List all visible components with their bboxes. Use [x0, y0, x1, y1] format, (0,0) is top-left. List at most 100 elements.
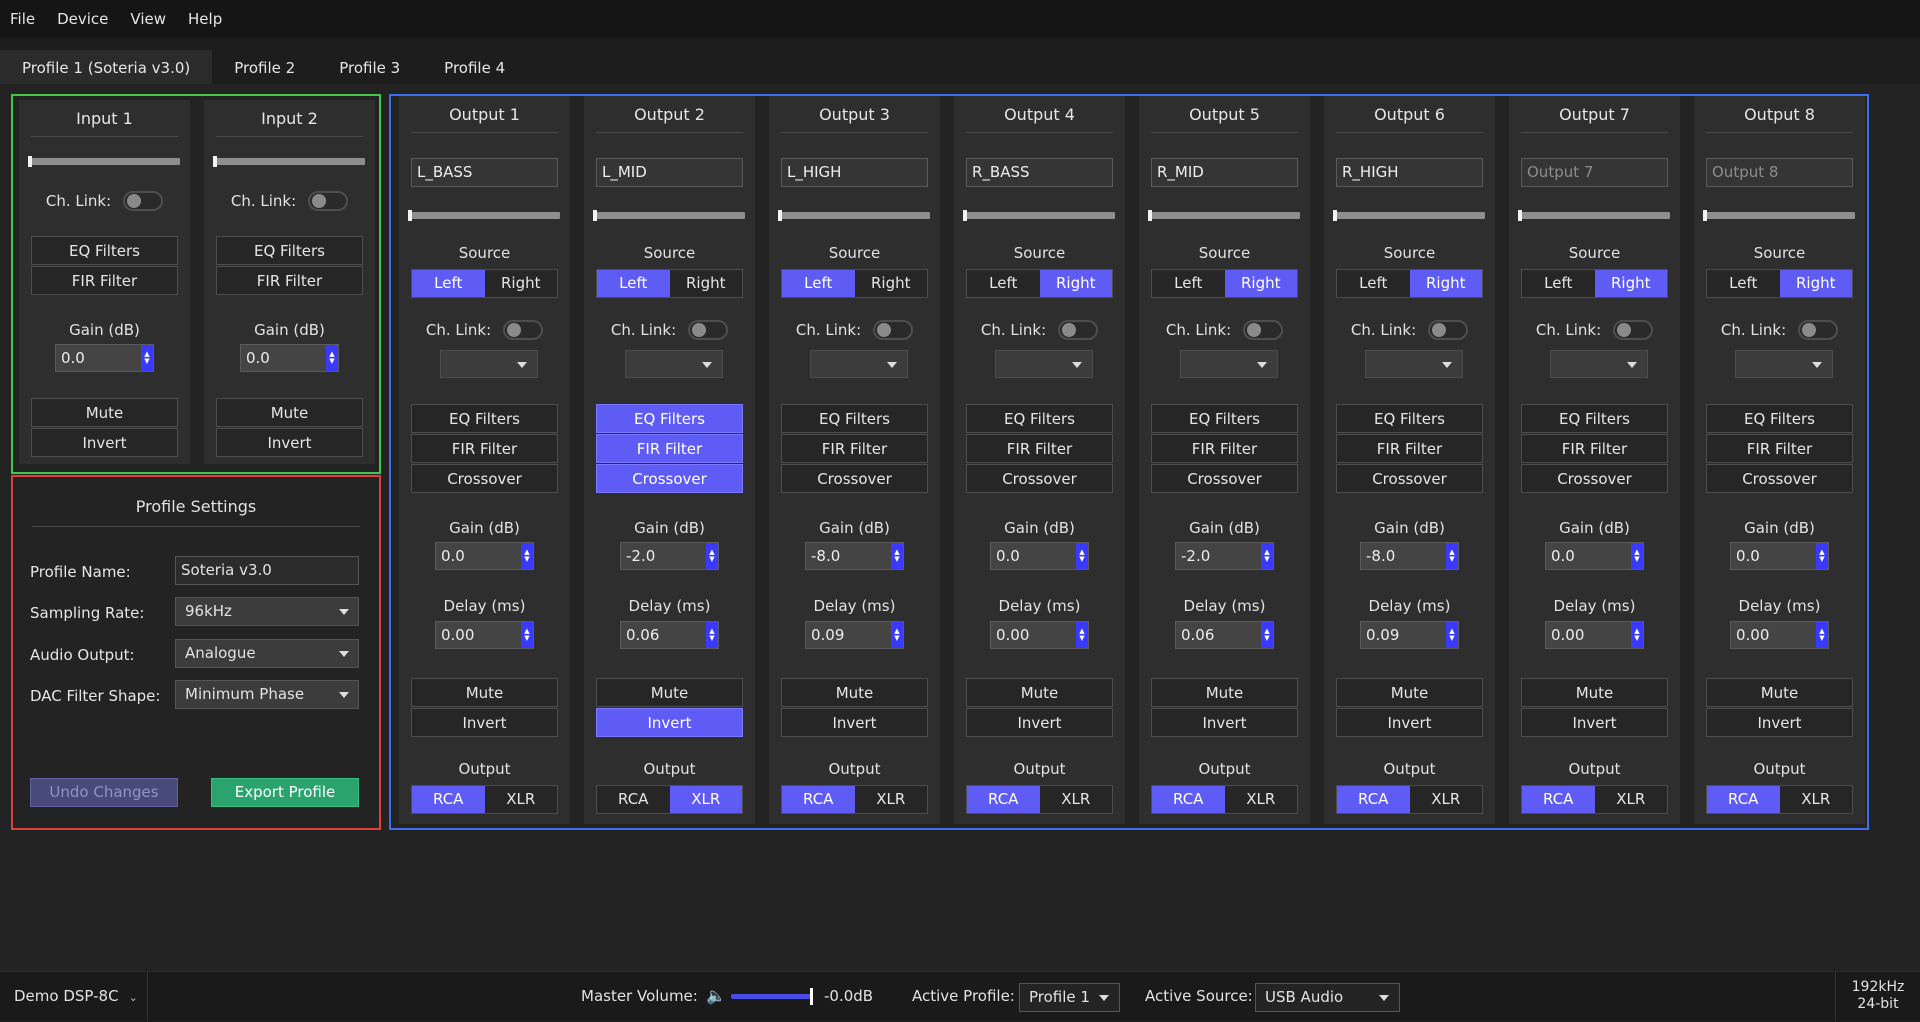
- spin-arrows-icon[interactable]: ▲ ▼: [1446, 622, 1458, 648]
- slider-handle[interactable]: [1333, 210, 1337, 221]
- link-target-select[interactable]: [1365, 350, 1463, 378]
- tab-profile-4[interactable]: Profile 4: [422, 50, 527, 84]
- slider-handle[interactable]: [593, 210, 597, 221]
- spin-arrows-icon[interactable]: ▲ ▼: [141, 345, 153, 371]
- level-slider[interactable]: [963, 210, 1115, 221]
- source-left-button[interactable]: Left: [1707, 270, 1780, 297]
- delay-spinbox[interactable]: 0.09 ▲ ▼: [805, 621, 904, 649]
- channel-name-input[interactable]: L_MID: [596, 158, 743, 187]
- spin-arrows-icon[interactable]: ▲ ▼: [1816, 543, 1828, 569]
- invert-button[interactable]: Invert: [1706, 708, 1853, 737]
- source-left-button[interactable]: Left: [412, 270, 485, 297]
- invert-button[interactable]: Invert: [31, 428, 178, 457]
- spin-arrows-icon[interactable]: ▲ ▼: [521, 543, 533, 569]
- output-rca-button[interactable]: RCA: [1152, 786, 1225, 813]
- gain-spinbox[interactable]: 0.0 ▲ ▼: [990, 542, 1089, 570]
- volume-handle[interactable]: [810, 988, 813, 1005]
- source-right-button[interactable]: Right: [1594, 270, 1667, 297]
- fir-filter-button[interactable]: FIR Filter: [781, 434, 928, 463]
- spin-arrows-icon[interactable]: ▲ ▼: [706, 543, 718, 569]
- slider-handle[interactable]: [1148, 210, 1152, 221]
- spin-arrows-icon[interactable]: ▲ ▼: [891, 543, 903, 569]
- gain-spinbox[interactable]: 0.0 ▲ ▼: [1730, 542, 1829, 570]
- source-right-button[interactable]: Right: [670, 270, 743, 297]
- source-right-button[interactable]: Right: [1779, 270, 1852, 297]
- invert-button[interactable]: Invert: [1151, 708, 1298, 737]
- output-xlr-button[interactable]: XLR: [1595, 786, 1668, 813]
- mute-button[interactable]: Mute: [1521, 678, 1668, 707]
- gain-spinbox[interactable]: 0.0 ▲ ▼: [435, 542, 534, 570]
- tab-profile-2[interactable]: Profile 2: [212, 50, 317, 84]
- output-rca-button[interactable]: RCA: [1337, 786, 1410, 813]
- export-profile-button[interactable]: Export Profile: [211, 778, 359, 807]
- source-right-button[interactable]: Right: [485, 270, 558, 297]
- slider-handle[interactable]: [213, 156, 217, 167]
- eq-filters-button[interactable]: EQ Filters: [411, 404, 558, 433]
- delay-spinbox-value[interactable]: 0.00: [991, 622, 1076, 648]
- channel-name-input[interactable]: Output 7: [1521, 158, 1668, 187]
- menu-device[interactable]: Device: [57, 10, 108, 28]
- crossover-button[interactable]: Crossover: [596, 464, 743, 493]
- delay-spinbox[interactable]: 0.00 ▲ ▼: [1730, 621, 1829, 649]
- spin-arrows-icon[interactable]: ▲ ▼: [1076, 622, 1088, 648]
- gain-spinbox-value[interactable]: -2.0: [1176, 543, 1261, 569]
- dac-filter-select[interactable]: Minimum Phase: [175, 680, 359, 709]
- invert-button[interactable]: Invert: [596, 708, 743, 737]
- spin-arrows-icon[interactable]: ▲ ▼: [1261, 543, 1273, 569]
- gain-spinbox-value[interactable]: -8.0: [806, 543, 891, 569]
- slider-handle[interactable]: [778, 210, 782, 221]
- invert-button[interactable]: Invert: [411, 708, 558, 737]
- channel-link-toggle[interactable]: [503, 320, 544, 340]
- spin-arrows-icon[interactable]: ▲ ▼: [1261, 622, 1273, 648]
- spin-arrows-icon[interactable]: ▲ ▼: [1076, 543, 1088, 569]
- eq-filters-button[interactable]: EQ Filters: [1336, 404, 1483, 433]
- crossover-button[interactable]: Crossover: [966, 464, 1113, 493]
- spin-arrows-icon[interactable]: ▲ ▼: [1816, 622, 1828, 648]
- channel-name-input[interactable]: R_HIGH: [1336, 158, 1483, 187]
- gain-spinbox[interactable]: 0.0 ▲ ▼: [240, 344, 339, 372]
- profile-name-input[interactable]: Soteria v3.0: [175, 556, 359, 585]
- gain-spinbox-value[interactable]: 0.0: [991, 543, 1076, 569]
- level-slider[interactable]: [28, 156, 180, 167]
- delay-spinbox-value[interactable]: 0.00: [1546, 622, 1631, 648]
- channel-link-toggle[interactable]: [123, 191, 164, 211]
- gain-spinbox-value[interactable]: 0.0: [56, 345, 141, 371]
- invert-button[interactable]: Invert: [1336, 708, 1483, 737]
- menu-file[interactable]: File: [10, 10, 35, 28]
- fir-filter-button[interactable]: FIR Filter: [1706, 434, 1853, 463]
- delay-spinbox[interactable]: 0.06 ▲ ▼: [1175, 621, 1274, 649]
- invert-button[interactable]: Invert: [781, 708, 928, 737]
- fir-filter-button[interactable]: FIR Filter: [31, 266, 178, 295]
- mute-button[interactable]: Mute: [31, 398, 178, 427]
- slider-handle[interactable]: [28, 156, 32, 167]
- menu-view[interactable]: View: [130, 10, 166, 28]
- delay-spinbox-value[interactable]: 0.06: [621, 622, 706, 648]
- level-slider[interactable]: [213, 156, 365, 167]
- menu-help[interactable]: Help: [188, 10, 222, 28]
- audio-output-select[interactable]: Analogue: [175, 639, 359, 668]
- mute-button[interactable]: Mute: [216, 398, 363, 427]
- fir-filter-button[interactable]: FIR Filter: [1151, 434, 1298, 463]
- fir-filter-button[interactable]: FIR Filter: [966, 434, 1113, 463]
- eq-filters-button[interactable]: EQ Filters: [1706, 404, 1853, 433]
- link-target-select[interactable]: [1550, 350, 1648, 378]
- channel-name-input[interactable]: R_BASS: [966, 158, 1113, 187]
- channel-link-toggle[interactable]: [1058, 320, 1099, 340]
- source-right-button[interactable]: Right: [1224, 270, 1297, 297]
- channel-name-input[interactable]: Output 8: [1706, 158, 1853, 187]
- fir-filter-button[interactable]: FIR Filter: [596, 434, 743, 463]
- link-target-select[interactable]: [625, 350, 723, 378]
- delay-spinbox-value[interactable]: 0.09: [806, 622, 891, 648]
- gain-spinbox[interactable]: -8.0 ▲ ▼: [805, 542, 904, 570]
- channel-link-toggle[interactable]: [1243, 320, 1284, 340]
- delay-spinbox-value[interactable]: 0.09: [1361, 622, 1446, 648]
- crossover-button[interactable]: Crossover: [781, 464, 928, 493]
- mute-button[interactable]: Mute: [1336, 678, 1483, 707]
- fir-filter-button[interactable]: FIR Filter: [1521, 434, 1668, 463]
- invert-button[interactable]: Invert: [1521, 708, 1668, 737]
- speaker-icon[interactable]: 🔈: [706, 972, 726, 1021]
- source-left-button[interactable]: Left: [1337, 270, 1410, 297]
- gain-spinbox[interactable]: 0.0 ▲ ▼: [1545, 542, 1644, 570]
- source-left-button[interactable]: Left: [1522, 270, 1595, 297]
- crossover-button[interactable]: Crossover: [1706, 464, 1853, 493]
